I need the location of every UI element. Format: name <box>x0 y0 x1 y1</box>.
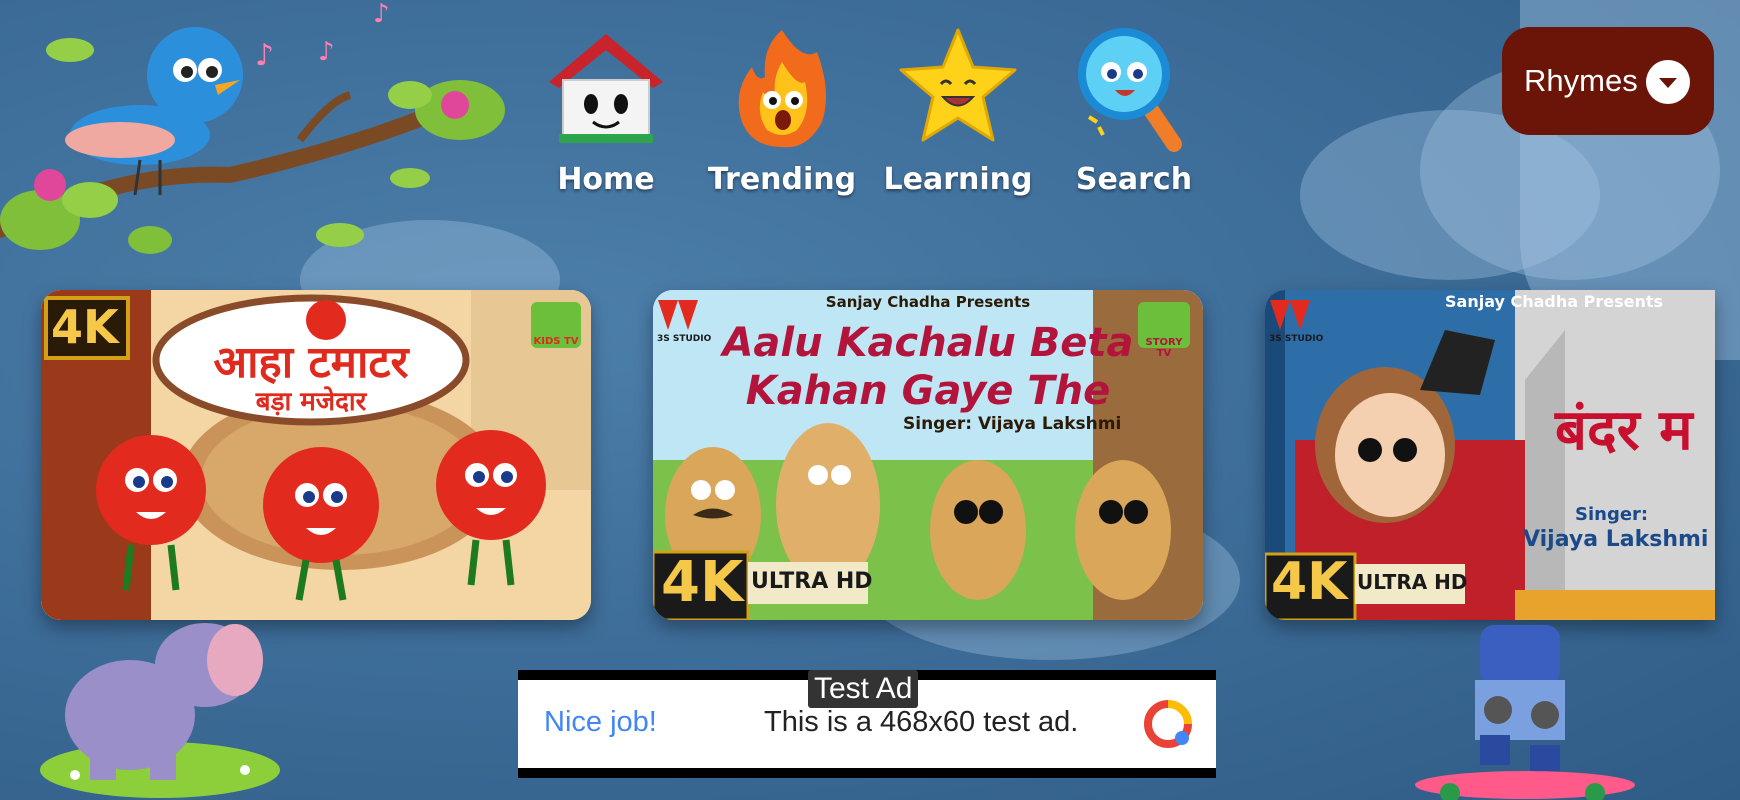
card-4k-badge: 4K <box>661 550 744 615</box>
dropdown-label: Rhymes <box>1524 63 1638 98</box>
card-4k-badge: 4K <box>1271 552 1348 612</box>
bird-on-branch-illustration: ♪ ♪ ♪ <box>0 0 505 254</box>
card-presenter: Sanjay Chadha Presents <box>825 293 1031 311</box>
elephant-illustration <box>40 623 280 798</box>
studio-logo: 3S STUDIO <box>1269 334 1324 344</box>
ad-body-text: This is a 468x60 test ad. <box>764 706 1079 738</box>
video-card-bandar-mama[interactable]: Sanjay Chadha Presents बंदर म Singer: Vi… <box>1265 290 1715 620</box>
card-presenter: Sanjay Chadha Presents <box>1445 292 1664 311</box>
channel-logo: STORY TV <box>1145 337 1183 359</box>
card-title-line2: Kahan Gaye The <box>745 368 1111 414</box>
nav-trending[interactable]: Trending <box>704 22 860 197</box>
channel-logo: KIDS TV <box>533 336 579 347</box>
svg-text:♪: ♪ <box>255 38 274 73</box>
card-subtitle-hindi: बड़ा मजेदार <box>255 387 367 417</box>
card-4k-badge: 4K <box>51 300 119 354</box>
video-card-aalu-kachalu[interactable]: Sanjay Chadha Presents Aalu Kachalu Beta… <box>653 290 1203 620</box>
test-ad-label: Test Ad <box>808 670 919 708</box>
house-icon <box>549 34 663 143</box>
magnifier-icon <box>1078 28 1182 152</box>
nav-learning-label: Learning <box>883 162 1033 197</box>
chevron-down-icon <box>1646 60 1690 104</box>
studio-logo: 3S STUDIO <box>657 334 712 344</box>
svg-text:♪: ♪ <box>318 37 335 67</box>
nav-trending-label: Trending <box>707 162 857 197</box>
svg-text:♪: ♪ <box>373 0 390 29</box>
nav-learning[interactable]: Learning <box>880 22 1036 197</box>
card-ultra-hd-badge: ULTRA HD <box>751 569 873 594</box>
card-ultra-hd-badge: ULTRA HD <box>1357 570 1468 594</box>
card-title-line1: Aalu Kachalu Beta <box>722 320 1134 366</box>
nav-search[interactable]: Search <box>1056 22 1212 197</box>
ads-logo-icon <box>1144 700 1192 748</box>
nav-home-label: Home <box>557 162 655 197</box>
fire-icon <box>738 30 826 148</box>
card-singer-label: Singer: <box>1575 504 1649 525</box>
card-title-hindi: बंदर म <box>1555 398 1693 463</box>
card-singer-name: Vijaya Lakshmi <box>1523 527 1709 552</box>
skateboarder-illustration <box>1415 625 1635 800</box>
main-nav: Home Trending Learning Search <box>528 22 1212 197</box>
app-screen: ♪ ♪ ♪ Home Trending Learning Search Rhym… <box>0 0 1740 800</box>
card-singer: Singer: Vijaya Lakshmi <box>903 414 1122 434</box>
nav-search-label: Search <box>1075 162 1193 197</box>
star-icon <box>899 28 1017 142</box>
category-dropdown[interactable]: Rhymes <box>1502 27 1714 135</box>
ad-nice-text: Nice job! <box>544 706 657 738</box>
video-card-aaha-tamatar[interactable]: 4K आहा टमाटर बड़ा मजेदार KIDS TV <box>41 290 591 620</box>
card-title-hindi: आहा टमाटर <box>213 337 409 388</box>
nav-home[interactable]: Home <box>528 22 684 197</box>
